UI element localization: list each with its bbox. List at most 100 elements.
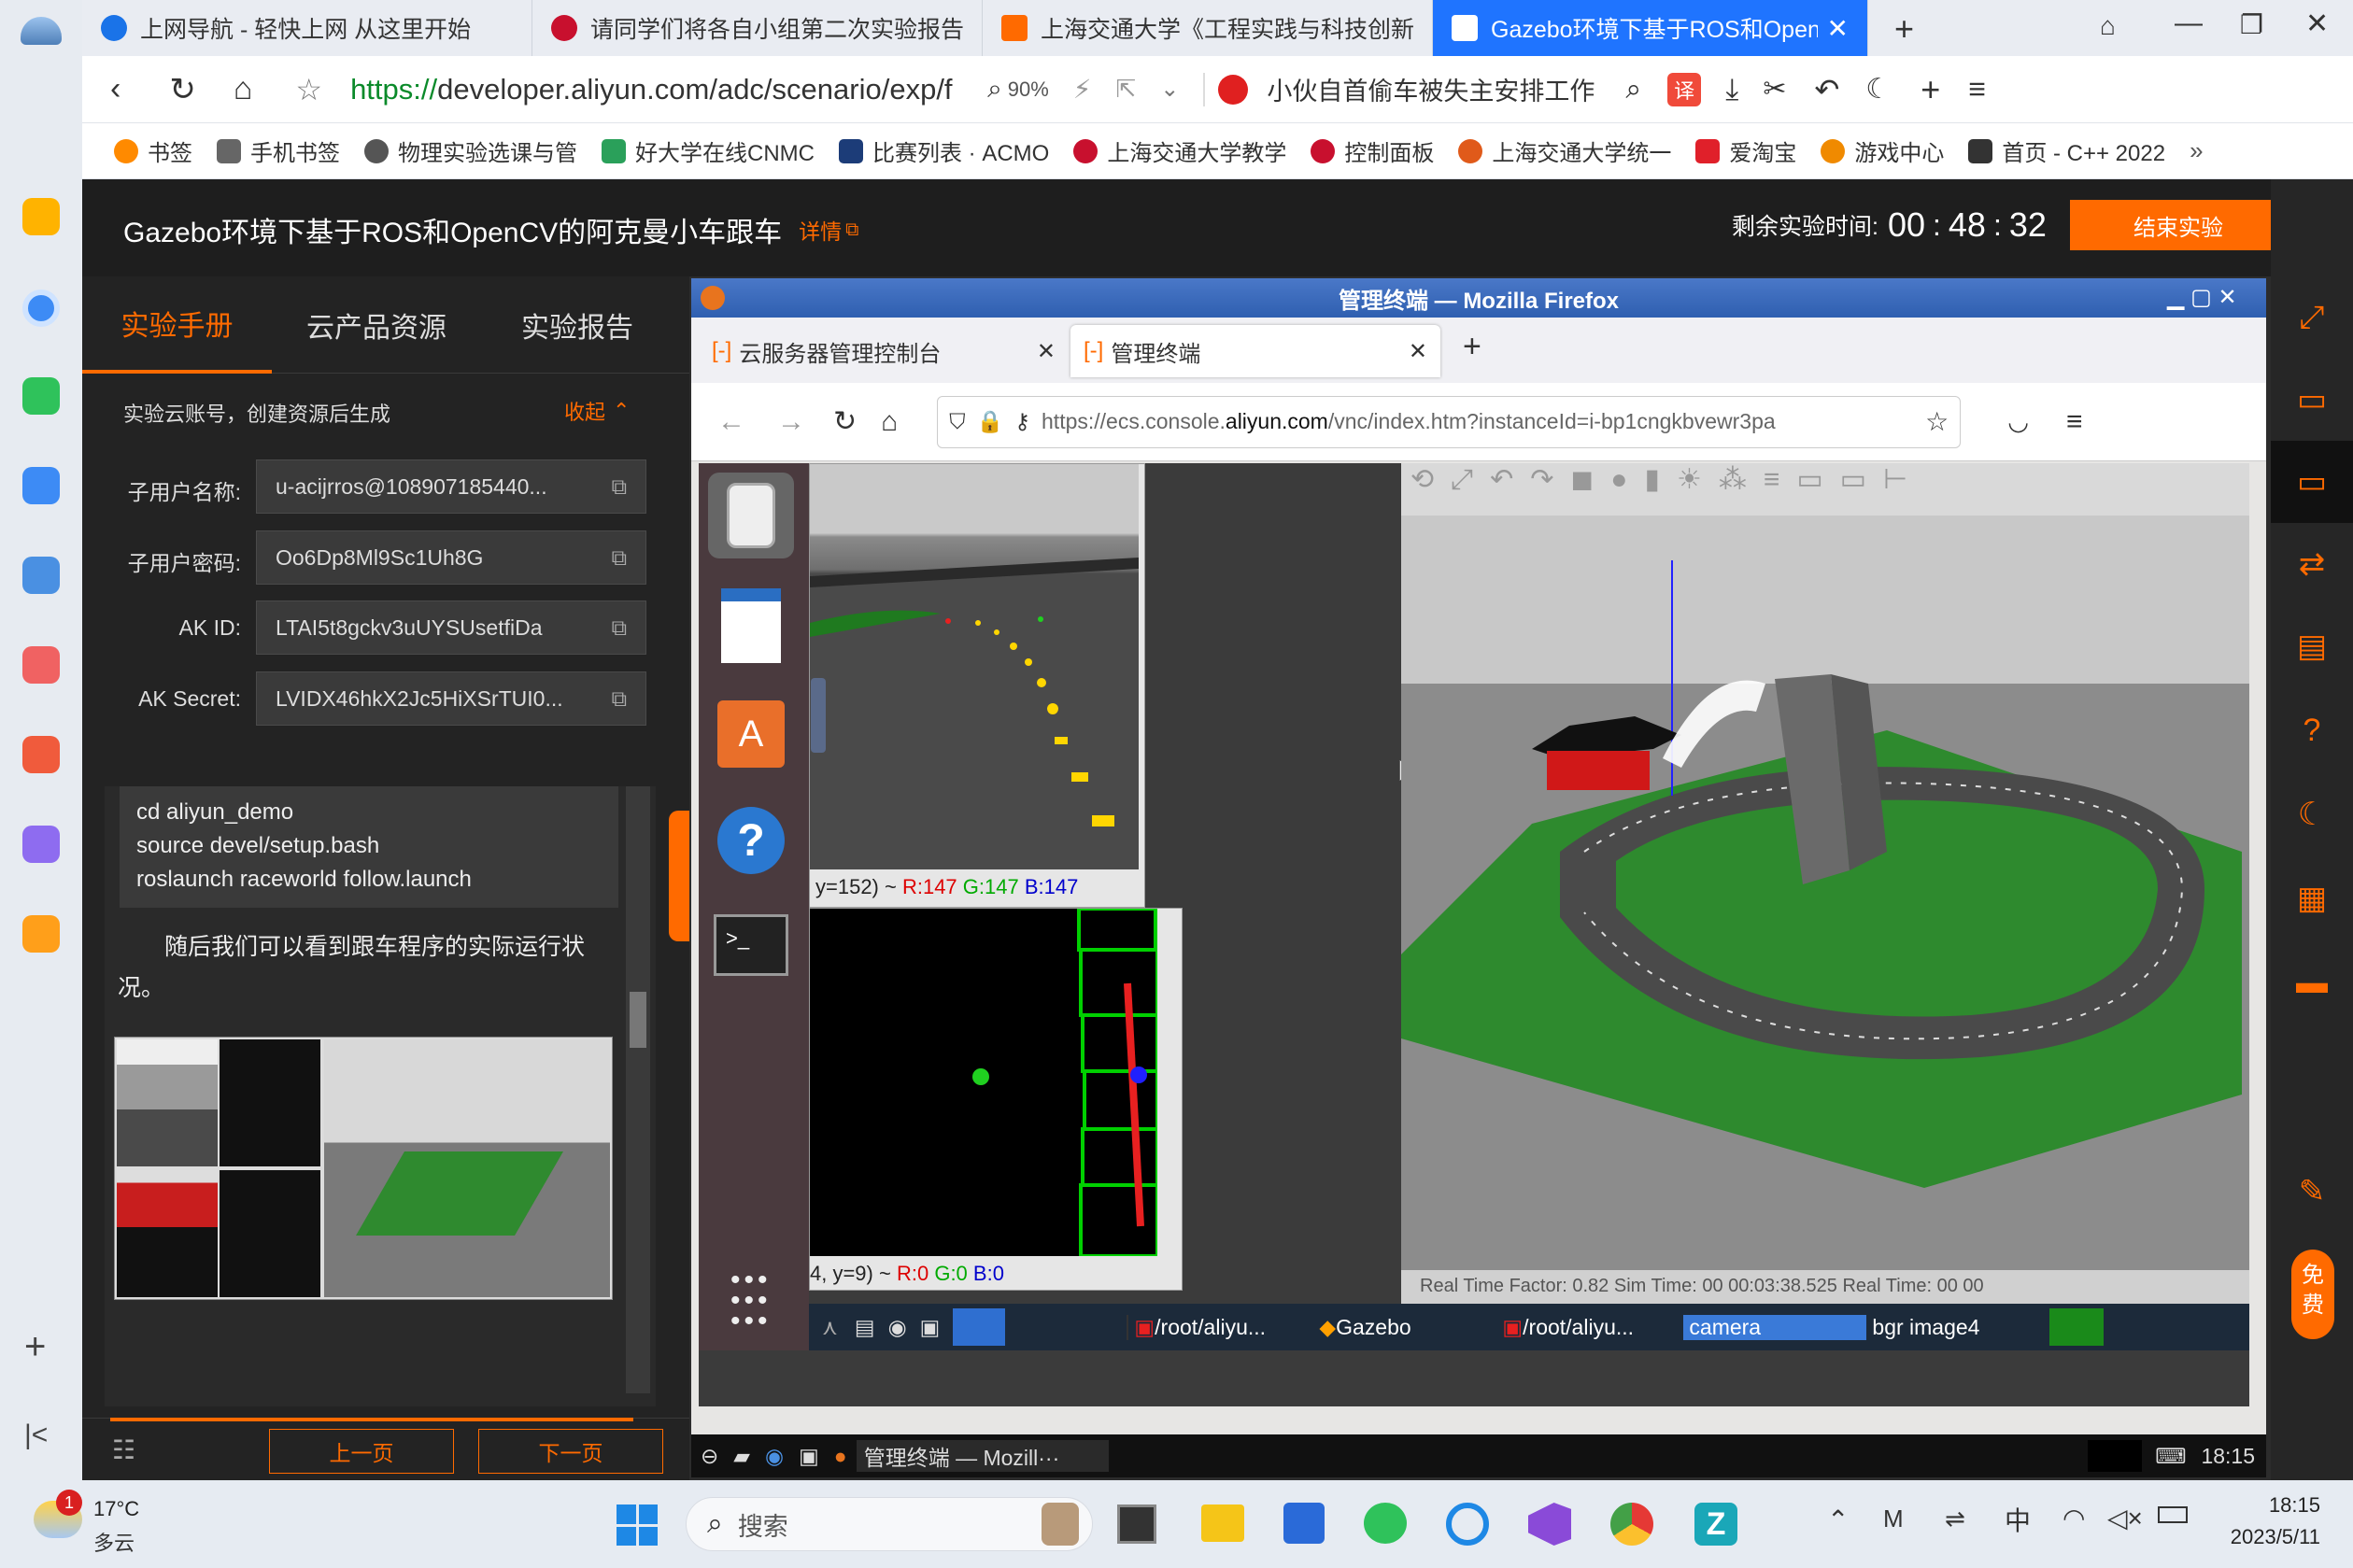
host-task-firefox[interactable]: 管理终端 — Mozill··· [856, 1440, 1109, 1472]
username-field[interactable]: u-acijrros@108907185440... ⧉ [256, 459, 646, 514]
scissors-icon[interactable]: ✂ [1763, 73, 1786, 106]
ff-url-field[interactable]: ⛉ 🔒 ⚷ https://ecs.console. aliyun.com/vnc… [937, 395, 1962, 448]
details-link[interactable]: 详情 [799, 214, 842, 246]
clipboard-icon[interactable]: ▤ [2271, 605, 2353, 687]
help-icon[interactable]: ? [2271, 689, 2353, 771]
close-window-icon[interactable]: ✕ [2305, 7, 2329, 40]
help-app-icon[interactable]: ? [708, 798, 794, 883]
start-icon[interactable] [617, 1504, 658, 1546]
close-tab-icon[interactable]: ✕ [1037, 338, 1056, 365]
speaker-app-icon[interactable] [708, 473, 794, 558]
task-camera[interactable]: camera [1683, 1314, 1867, 1340]
bookmark-star-icon[interactable]: ☆ [1925, 406, 1949, 437]
bookmark-item[interactable]: 比赛列表 · ACMO [839, 134, 1049, 167]
tab-course[interactable]: 上海交通大学《工程实践与科技创新 [983, 0, 1433, 56]
free-badge[interactable]: 免费 [2291, 1250, 2334, 1339]
wechat-icon[interactable] [22, 377, 60, 415]
back-icon[interactable]: ‹ [110, 71, 120, 107]
browser-icon[interactable]: ◉ [888, 1315, 907, 1340]
chat-icon[interactable]: ▬ [2271, 941, 2353, 1024]
desktop-icon[interactable]: ▣ [920, 1315, 941, 1340]
dropdown-icon[interactable]: ⌄ [1160, 76, 1179, 103]
search-box[interactable]: 小伙自首偷车被失主安排工作 [1267, 71, 1622, 107]
lightning-icon[interactable]: ⚡ [1073, 74, 1092, 105]
add-icon[interactable]: + [24, 1326, 46, 1368]
ak-id-field[interactable]: LTAI5t8gckv3uUYSUsetfiDa ⧉ [256, 600, 646, 655]
clock-date[interactable]: 2023/5/11 [2199, 1525, 2320, 1549]
writer-app-icon[interactable] [708, 583, 794, 669]
history-clock-icon[interactable] [22, 290, 60, 327]
content-scrollbar[interactable] [626, 786, 650, 1393]
settings-tray-icon[interactable]: ⇌ [1945, 1504, 1965, 1533]
download-icon[interactable]: ⤓ [1725, 72, 1738, 107]
clock-time[interactable]: 18:15 [2218, 1493, 2320, 1518]
new-tab-icon[interactable]: + [1463, 329, 1481, 365]
search-engine-icon[interactable] [1218, 74, 1249, 105]
back-icon[interactable]: ← [717, 406, 745, 438]
send-icon[interactable] [22, 467, 60, 504]
pdf-tool-icon[interactable] [22, 646, 60, 684]
ff-tab-terminal[interactable]: [-] 管理终端 ✕ [1070, 325, 1440, 377]
zoom-app-icon[interactable]: Z [1694, 1503, 1737, 1546]
chevron-up-icon[interactable]: ⌃ [1827, 1504, 1849, 1535]
forward-icon[interactable]: → [777, 406, 805, 438]
favorites-star-icon[interactable] [22, 198, 60, 235]
wifi-icon[interactable]: ◠ [2062, 1503, 2085, 1533]
bookmark-item[interactable]: 手机书签 [217, 134, 340, 167]
menu-icon[interactable]: ≡ [2066, 406, 2083, 438]
drag-handle[interactable] [811, 678, 826, 753]
menu-icon[interactable]: ≡ [1968, 72, 1986, 106]
more-bookmarks-icon[interactable]: » [2190, 136, 2203, 165]
pocket-icon[interactable]: ◡ [2007, 407, 2029, 436]
browser-taskbar-icon[interactable] [1446, 1503, 1489, 1546]
gazebo-3d-view[interactable] [1401, 516, 2249, 1270]
tab-gazebo[interactable]: Gazebo环境下基于ROS和OpenCV ✕ [1433, 0, 1868, 56]
home-icon[interactable]: ⌂ [234, 71, 253, 107]
catalog-icon[interactable]: ☷ [112, 1434, 135, 1465]
file-explorer-icon[interactable] [1201, 1504, 1244, 1542]
maximize-icon[interactable]: ❐ [2240, 9, 2263, 40]
search-app-icon[interactable] [22, 915, 60, 953]
tab-cloud-resources[interactable]: 云产品资源 [283, 276, 470, 374]
task-bgr-image[interactable]: bgr image4 [1866, 1315, 2049, 1340]
collapse-dock-icon[interactable]: |< [24, 1420, 48, 1451]
terminal-icon[interactable]: ▭ [2271, 359, 2353, 441]
next-page-button[interactable]: 下一页 [478, 1429, 663, 1474]
wechat-taskbar-icon[interactable] [1364, 1503, 1407, 1544]
bookmark-item[interactable]: 书签 [114, 134, 192, 167]
close-tab-icon[interactable]: ✕ [1409, 338, 1427, 365]
home-icon[interactable]: ⌂ [881, 406, 898, 438]
file-manager-icon[interactable]: ▤ [855, 1315, 875, 1340]
moon-icon[interactable]: ☾ [2271, 773, 2353, 855]
copy-icon[interactable]: ⧉ [612, 545, 627, 571]
translate-icon[interactable]: 译 [1667, 72, 1702, 106]
taskbar-search[interactable]: ⌕ 搜索 [686, 1497, 1093, 1551]
task-terminal-1[interactable]: ▣/root/aliyu... [1127, 1314, 1313, 1340]
copy-icon[interactable]: ⧉ [612, 615, 627, 641]
notes-icon[interactable] [22, 826, 60, 863]
task-gazebo[interactable]: ◆Gazebo [1313, 1315, 1496, 1340]
bookmark-item[interactable]: 控制面板 [1311, 134, 1434, 167]
lxde-menu-icon[interactable]: ⋏ [822, 1315, 838, 1340]
weather-app-icon[interactable] [21, 17, 62, 45]
ak-secret-field[interactable]: LVIDX46hkX2Jc5HiXSrTUI0... ⧉ [256, 671, 646, 726]
edit-icon[interactable]: ✎ [2271, 1151, 2353, 1233]
new-icon[interactable]: + [1921, 70, 1940, 109]
bookmark-item[interactable]: 好大学在线CNMC [602, 134, 815, 167]
host-menu-icon[interactable]: ⊖ [701, 1444, 718, 1469]
share-icon[interactable]: ⇱ [1115, 75, 1136, 104]
tab-report[interactable]: 实验报告 [484, 276, 671, 374]
terminal-app-icon[interactable]: >_ [708, 902, 794, 988]
host-files-icon[interactable]: ▰ [733, 1444, 750, 1469]
remote-icon[interactable]: ⇄ [2271, 523, 2353, 605]
chrome-icon[interactable] [1610, 1503, 1653, 1546]
reload-icon[interactable]: ↻ [169, 71, 196, 108]
close-tab-icon[interactable]: ✕ [1827, 13, 1849, 44]
store-icon[interactable] [1283, 1503, 1325, 1544]
zoom-level[interactable]: 90% [1008, 78, 1049, 102]
host-browser-icon[interactable]: ◉ [765, 1444, 784, 1469]
app-grid-icon[interactable]: ••• ••• ••• [730, 1266, 772, 1335]
panel-toggle-handle[interactable] [669, 811, 689, 941]
gazebo-toolbar[interactable]: ⟲⤢↶↷◼●▮☀⁂≡▭▭⊢ [1401, 463, 2249, 516]
fullscreen-icon[interactable]: ⤢ [2271, 276, 2353, 359]
